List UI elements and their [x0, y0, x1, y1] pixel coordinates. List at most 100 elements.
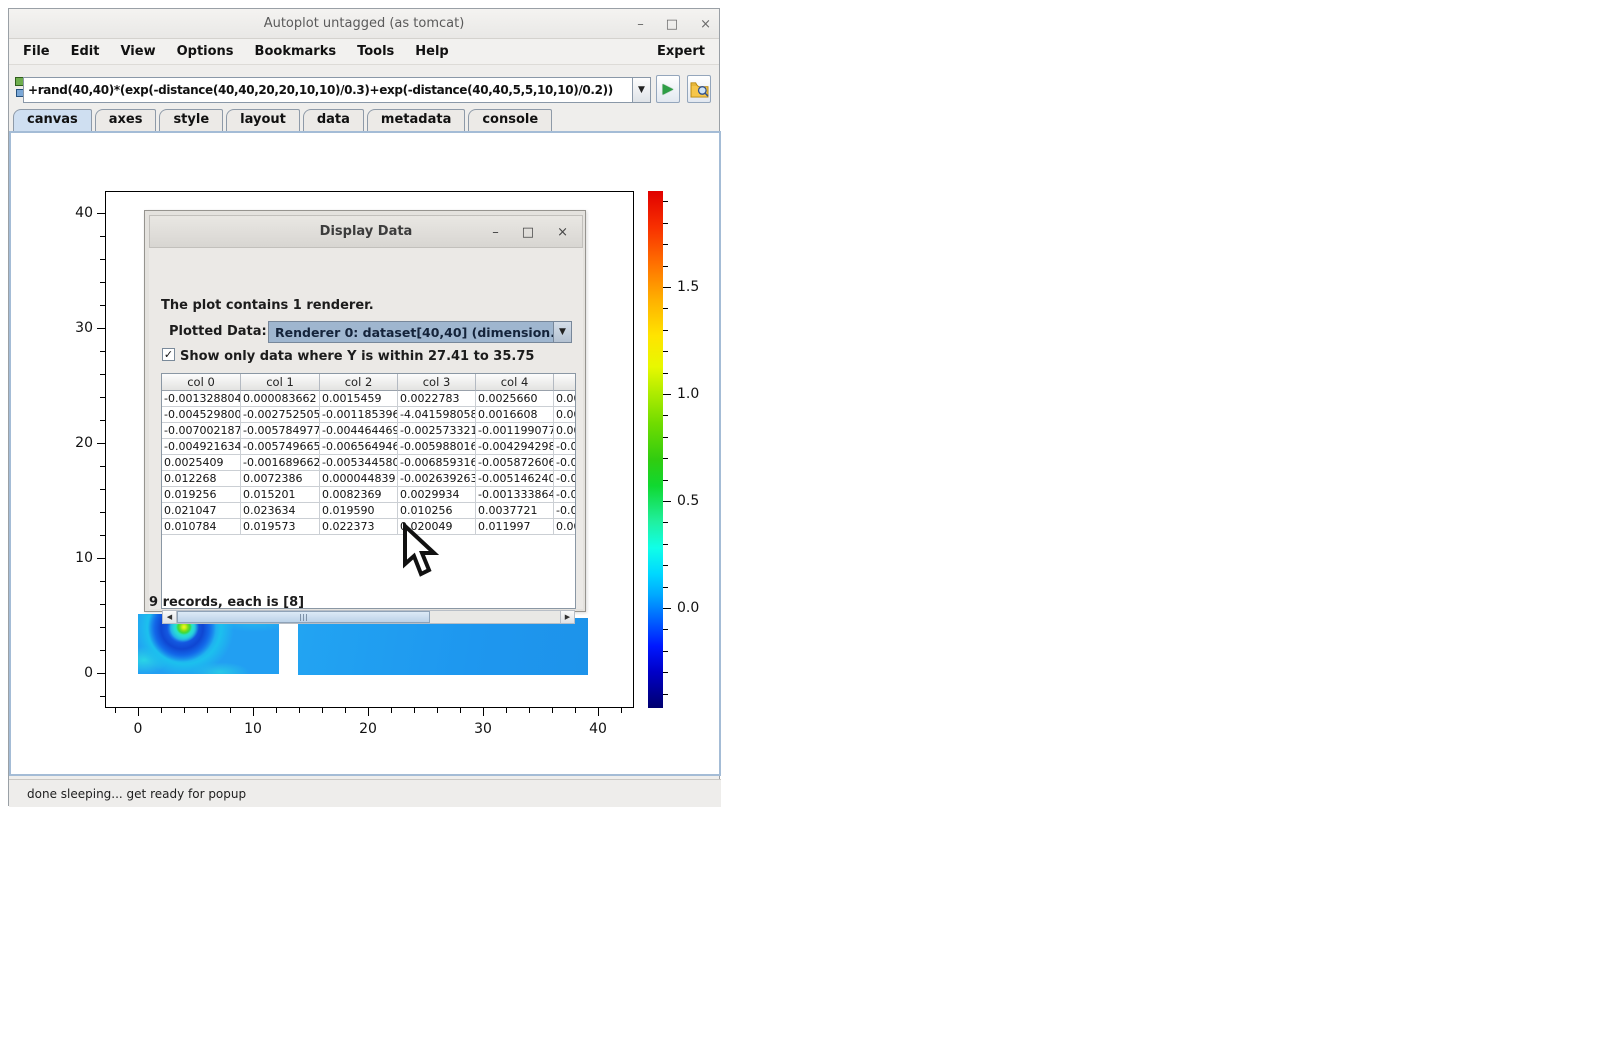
table-header-cell[interactable]: col 0 [162, 374, 241, 391]
axis-tick [663, 587, 668, 588]
data-table[interactable]: col 0col 1col 2col 3col 4-0.001328804...… [161, 373, 576, 609]
plotted-data-label: Plotted Data: [169, 324, 267, 339]
table-cell: -0.001185396... [320, 407, 398, 423]
table-cell: 0.019256 [162, 487, 241, 503]
axis-tick [663, 437, 668, 438]
axis-tick [663, 522, 668, 523]
table-cell: -0.001333864... [476, 487, 554, 503]
colorbar-tick-label: 1.5 [677, 279, 707, 295]
table-header-cell[interactable]: col 3 [398, 374, 476, 391]
display-data-dialog: Display Data – □ × The plot contains 1 r… [144, 210, 586, 612]
axis-tick [663, 458, 668, 459]
dialog-titlebar[interactable]: Display Data – □ × [149, 215, 583, 248]
table-cell: -0.004529800... [162, 407, 241, 423]
axis-tick [663, 501, 671, 502]
table-row[interactable]: -0.004529800...-0.002752505...-0.0011853… [162, 407, 575, 423]
table-cell: 0.0082369 [320, 487, 398, 503]
filter-checkbox[interactable]: ✓ [162, 348, 175, 361]
axis-tick [100, 420, 105, 421]
colorbar-tick-label: 0.0 [677, 600, 707, 616]
axis-tick [100, 259, 105, 260]
dialog-maximize-icon[interactable]: □ [522, 225, 534, 240]
table-row[interactable]: 0.0210470.0236340.0195900.0102560.003772… [162, 503, 575, 519]
dialog-body: The plot contains 1 renderer. Plotted Da… [149, 248, 583, 609]
table-cell: -0.0 [554, 455, 576, 471]
table-header-cell[interactable]: col 1 [241, 374, 320, 391]
table-row[interactable]: 0.0107840.0195730.0223730.0200490.011997… [162, 519, 575, 535]
table-row[interactable]: 0.0192560.0152010.00823690.0029934-0.001… [162, 487, 575, 503]
scrollbar-thumb[interactable] [177, 611, 430, 623]
axis-tick [97, 328, 105, 329]
plotted-data-combobox[interactable]: Renderer 0: dataset[40,40] (dimension...… [268, 321, 572, 343]
table-row[interactable]: 0.0025409-0.001689662...-0.005344580...-… [162, 455, 575, 471]
table-cell: -0.005784977... [241, 423, 320, 439]
table-header-cell[interactable] [554, 374, 576, 391]
arrow-left-icon: ◀ [167, 613, 172, 621]
table-row[interactable]: -0.007002187...-0.005784977...-0.0044644… [162, 423, 575, 439]
table-cell: 0.000044839 [320, 471, 398, 487]
axis-tick [663, 480, 668, 481]
heatmap-right-strip [298, 618, 588, 675]
table-row[interactable]: 0.0122680.00723860.000044839-0.002639263… [162, 471, 575, 487]
table-cell: -0.005988016... [398, 439, 476, 455]
table-cell: -0.002639263... [398, 471, 476, 487]
scroll-right-button[interactable]: ▶ [560, 611, 574, 623]
axis-tick [663, 244, 668, 245]
table-cell: 0.012268 [162, 471, 241, 487]
autoplot-window: Autoplot untagged (as tomcat) – □ × File… [8, 8, 720, 806]
table-cell: 0.010256 [398, 503, 476, 519]
axis-tick [207, 708, 208, 713]
table-header-cell[interactable]: col 4 [476, 374, 554, 391]
table-cell: -0.005872606... [476, 455, 554, 471]
records-summary: 9 records, each is [8] [149, 595, 304, 610]
colorbar[interactable] [648, 191, 663, 708]
axis-tick [529, 708, 530, 713]
axis-tick [414, 708, 415, 713]
scrollbar-track[interactable] [177, 611, 560, 623]
table-cell: -0.006564946... [320, 439, 398, 455]
axis-tick [552, 708, 553, 713]
axis-tick [663, 629, 668, 630]
chevron-down-icon: ▼ [559, 327, 566, 337]
table-cell: 0.0072386 [241, 471, 320, 487]
dialog-minimize-icon[interactable]: – [492, 225, 499, 240]
dialog-close-icon[interactable]: × [557, 225, 568, 240]
axis-tick [663, 544, 668, 545]
axis-tick [483, 708, 484, 716]
horizontal-scrollbar[interactable]: ◀ ▶ [162, 610, 575, 624]
axis-tick [663, 694, 668, 695]
table-cell: 0.0025409 [162, 455, 241, 471]
table-row[interactable]: -0.001328804...0.0000836620.00154590.002… [162, 391, 575, 407]
axis-tick [663, 351, 668, 352]
y-tick-label: 0 [65, 665, 93, 681]
table-cell: -0.004921634... [162, 439, 241, 455]
axis-tick [100, 282, 105, 283]
axis-tick [97, 213, 105, 214]
axis-tick [663, 373, 668, 374]
colorbar-tick-label: 1.0 [677, 386, 707, 402]
scroll-left-button[interactable]: ◀ [163, 611, 177, 623]
axis-tick [100, 466, 105, 467]
axis-tick [460, 708, 461, 713]
table-header-cell[interactable]: col 2 [320, 374, 398, 391]
table-cell: 0.019573 [241, 519, 320, 535]
axis-tick [100, 236, 105, 237]
combobox-arrow-button[interactable]: ▼ [553, 322, 571, 342]
table-cell: 0.0025660 [476, 391, 554, 407]
x-tick-label: 20 [354, 721, 382, 737]
table-cell: -0.002752505... [241, 407, 320, 423]
axis-tick [100, 397, 105, 398]
table-cell: 0.0037721 [476, 503, 554, 519]
axis-tick [100, 305, 105, 306]
axis-tick [663, 415, 668, 416]
axis-tick [506, 708, 507, 713]
axis-tick [100, 351, 105, 352]
table-cell: 0.00 [554, 407, 576, 423]
axis-tick [663, 672, 668, 673]
arrow-right-icon: ▶ [565, 613, 570, 621]
axis-tick [100, 512, 105, 513]
axis-tick [100, 604, 105, 605]
table-row[interactable]: -0.004921634...-0.005749665...-0.0065649… [162, 439, 575, 455]
axis-tick [97, 443, 105, 444]
y-tick-label: 10 [65, 550, 93, 566]
